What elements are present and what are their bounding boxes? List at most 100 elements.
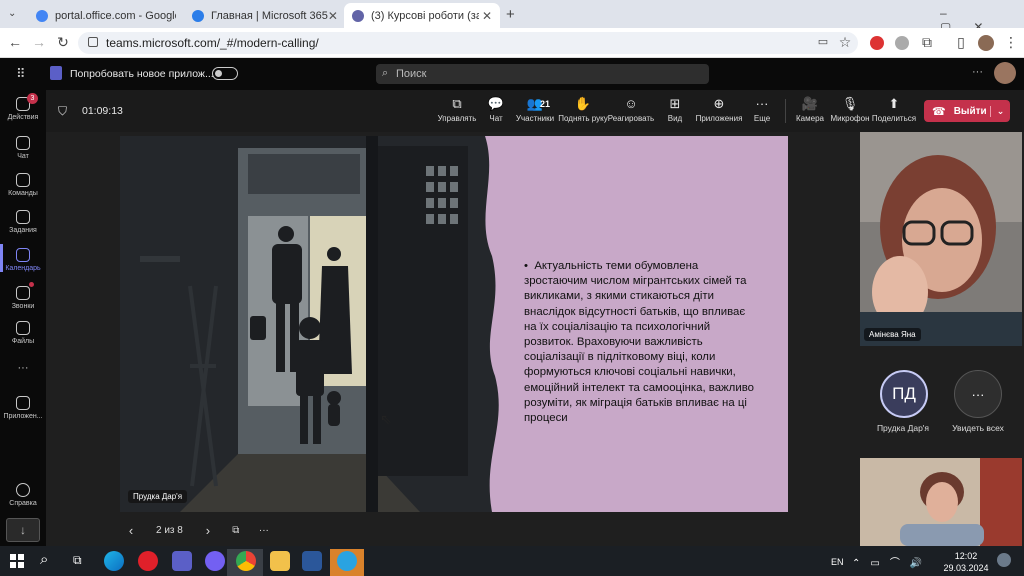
rail-label: Звонки bbox=[11, 303, 35, 310]
toolbar-label: Вид bbox=[667, 114, 683, 123]
more-options-icon[interactable]: ··· bbox=[972, 66, 983, 78]
adblock-icon[interactable] bbox=[870, 36, 884, 50]
rail-chat[interactable]: Чат bbox=[0, 136, 46, 160]
next-slide-icon[interactable]: › bbox=[197, 523, 219, 538]
rail-apps[interactable]: Приложен... bbox=[0, 396, 46, 420]
google-icon bbox=[36, 9, 48, 22]
rail-label: Файлы bbox=[11, 338, 35, 345]
telegram-icon[interactable] bbox=[337, 551, 357, 571]
edge-icon[interactable] bbox=[104, 551, 124, 571]
url-input[interactable]: teams.microsoft.com/_#/modern-calling/ bbox=[78, 32, 858, 54]
leave-label: Выйти bbox=[953, 105, 987, 117]
apps-icon bbox=[16, 396, 30, 410]
prev-slide-icon[interactable]: ‹ bbox=[120, 523, 142, 538]
app-launcher-icon[interactable]: ⠿ bbox=[16, 66, 26, 82]
search-placeholder: Поиск bbox=[396, 68, 427, 80]
toolbar-button-2[interactable]: 👥 Участники bbox=[508, 96, 562, 123]
calls-dot bbox=[29, 282, 34, 287]
toolbar-label: Еще bbox=[753, 114, 771, 123]
taskbar-search-icon[interactable]: ⌕ bbox=[40, 551, 48, 568]
rail-activity[interactable]: Действия bbox=[0, 97, 46, 121]
rail-teams[interactable]: Команды bbox=[0, 173, 46, 197]
slide-pager: ‹ 2 из 8 › ⧉ ··· bbox=[120, 520, 275, 540]
tab-close-icon[interactable]: ✕ bbox=[482, 9, 492, 23]
rail-calendar[interactable]: Календарь bbox=[0, 248, 46, 272]
m365-icon bbox=[192, 9, 204, 22]
leave-chevron-down-icon[interactable]: ⌄ bbox=[990, 105, 1010, 117]
tab-title: (3) Курсові роботи (захисти) bbox=[371, 9, 479, 22]
camera-permission-icon[interactable]: ▭ bbox=[814, 35, 832, 48]
sidebar-icon[interactable]: ▯ bbox=[952, 34, 970, 51]
teams-logo-icon bbox=[50, 66, 62, 80]
search-input[interactable]: Поиск bbox=[376, 64, 709, 84]
input-language[interactable]: EN bbox=[831, 557, 844, 567]
toolbar-button-7[interactable]: ··· Еще bbox=[735, 96, 789, 123]
file-explorer-icon[interactable] bbox=[270, 551, 290, 571]
participant-name: Амінєва Яна bbox=[864, 328, 921, 341]
toolbar-button-3[interactable]: ✋ Поднять руку bbox=[556, 96, 610, 123]
participant-video-image bbox=[860, 132, 1022, 346]
download-icon[interactable]: ↓ bbox=[6, 518, 40, 542]
teams-taskbar-icon[interactable] bbox=[172, 551, 192, 571]
see-all-button[interactable]: ··· bbox=[954, 370, 1002, 418]
site-info-icon[interactable] bbox=[88, 37, 98, 47]
participant-video-bottom[interactable] bbox=[860, 458, 1022, 546]
extension-icon[interactable] bbox=[895, 36, 909, 50]
slide-counter: 2 из 8 bbox=[156, 524, 183, 536]
rail-files[interactable]: Файлы bbox=[0, 321, 46, 345]
word-icon[interactable] bbox=[302, 551, 322, 571]
media-icon: ⬆ bbox=[888, 96, 900, 111]
url-text: teams.microsoft.com/_#/modern-calling/ bbox=[106, 36, 319, 50]
browser-tab-google[interactable]: portal.office.com - Google Sear ✕ bbox=[28, 3, 176, 28]
participant-video-top[interactable]: Амінєва Яна bbox=[860, 132, 1022, 346]
screen: { "browser": { "tabs": [ {"title": "port… bbox=[0, 0, 1024, 576]
try-new-toggle[interactable] bbox=[212, 67, 238, 80]
participant-count: 21 bbox=[540, 99, 551, 109]
sync-slide-icon[interactable]: ⧉ bbox=[225, 525, 247, 536]
rail-calls[interactable]: Звонки bbox=[0, 286, 46, 310]
browser-tab-teams[interactable]: (3) Курсові роботи (захисти) ✕ bbox=[344, 3, 500, 28]
file-icon bbox=[16, 321, 30, 335]
rail-assignments[interactable]: Задания bbox=[0, 210, 46, 234]
chrome-icon[interactable] bbox=[236, 551, 256, 571]
pd-name: Прудка Дар'я bbox=[876, 423, 930, 433]
activity-badge: 3 bbox=[27, 93, 38, 104]
browser-tab-m365[interactable]: Главная | Microsoft 365 ✕ bbox=[184, 3, 342, 28]
forward-icon[interactable]: → bbox=[30, 34, 48, 50]
puzzle-icon[interactable]: ⧉ bbox=[918, 34, 936, 51]
hangup-icon: ☎ bbox=[932, 105, 946, 118]
search-icon: ⌕ bbox=[382, 67, 389, 79]
rail-label: Команды bbox=[8, 190, 38, 197]
teams-icon bbox=[16, 173, 30, 187]
slide-bullet-text: • Актуальність теми обумовлена зростаючи… bbox=[524, 259, 758, 426]
bookmark-star-icon[interactable]: ☆ bbox=[836, 34, 854, 51]
media-button-2[interactable]: ⬆ Поделиться bbox=[867, 96, 921, 123]
bullet-glyph: • bbox=[524, 260, 535, 272]
tab-close-icon[interactable]: ✕ bbox=[328, 9, 338, 23]
rail-more-icon[interactable]: ··· bbox=[0, 362, 46, 374]
task-view-icon[interactable]: ⧉ bbox=[73, 553, 82, 568]
more-dots-icon: ··· bbox=[971, 386, 985, 402]
try-new-teams-label: Попробовать новое прилож... bbox=[70, 68, 214, 80]
tray-icons[interactable]: ⌃▭⌒🔊 bbox=[852, 554, 932, 569]
back-icon[interactable]: ← bbox=[6, 34, 24, 50]
tab-title: portal.office.com - Google Sear bbox=[55, 9, 176, 22]
viber-icon[interactable] bbox=[205, 551, 225, 571]
windows-start-icon[interactable] bbox=[10, 554, 24, 568]
chat-icon bbox=[16, 136, 30, 150]
slide-more-icon[interactable]: ··· bbox=[253, 525, 275, 536]
toolbar-icon: ✋ bbox=[574, 96, 592, 111]
rail-label: Задания bbox=[9, 227, 37, 234]
browser-menu-icon[interactable]: ⋮ bbox=[1002, 34, 1020, 51]
pd-avatar[interactable]: ПД bbox=[880, 370, 928, 418]
notification-icon[interactable] bbox=[997, 553, 1011, 567]
leave-button[interactable]: ☎ Выйти ⌄ bbox=[924, 100, 1010, 122]
tab-search-icon[interactable]: ⌄ bbox=[8, 8, 16, 19]
new-tab-icon[interactable]: + bbox=[506, 6, 515, 23]
opera-icon[interactable] bbox=[138, 551, 158, 571]
profile-avatar[interactable] bbox=[978, 35, 994, 51]
reload-icon[interactable]: ↻ bbox=[54, 34, 72, 51]
user-avatar[interactable] bbox=[994, 62, 1016, 84]
rail-help[interactable]: Справка bbox=[0, 483, 46, 507]
rail-label: Чат bbox=[17, 153, 29, 160]
